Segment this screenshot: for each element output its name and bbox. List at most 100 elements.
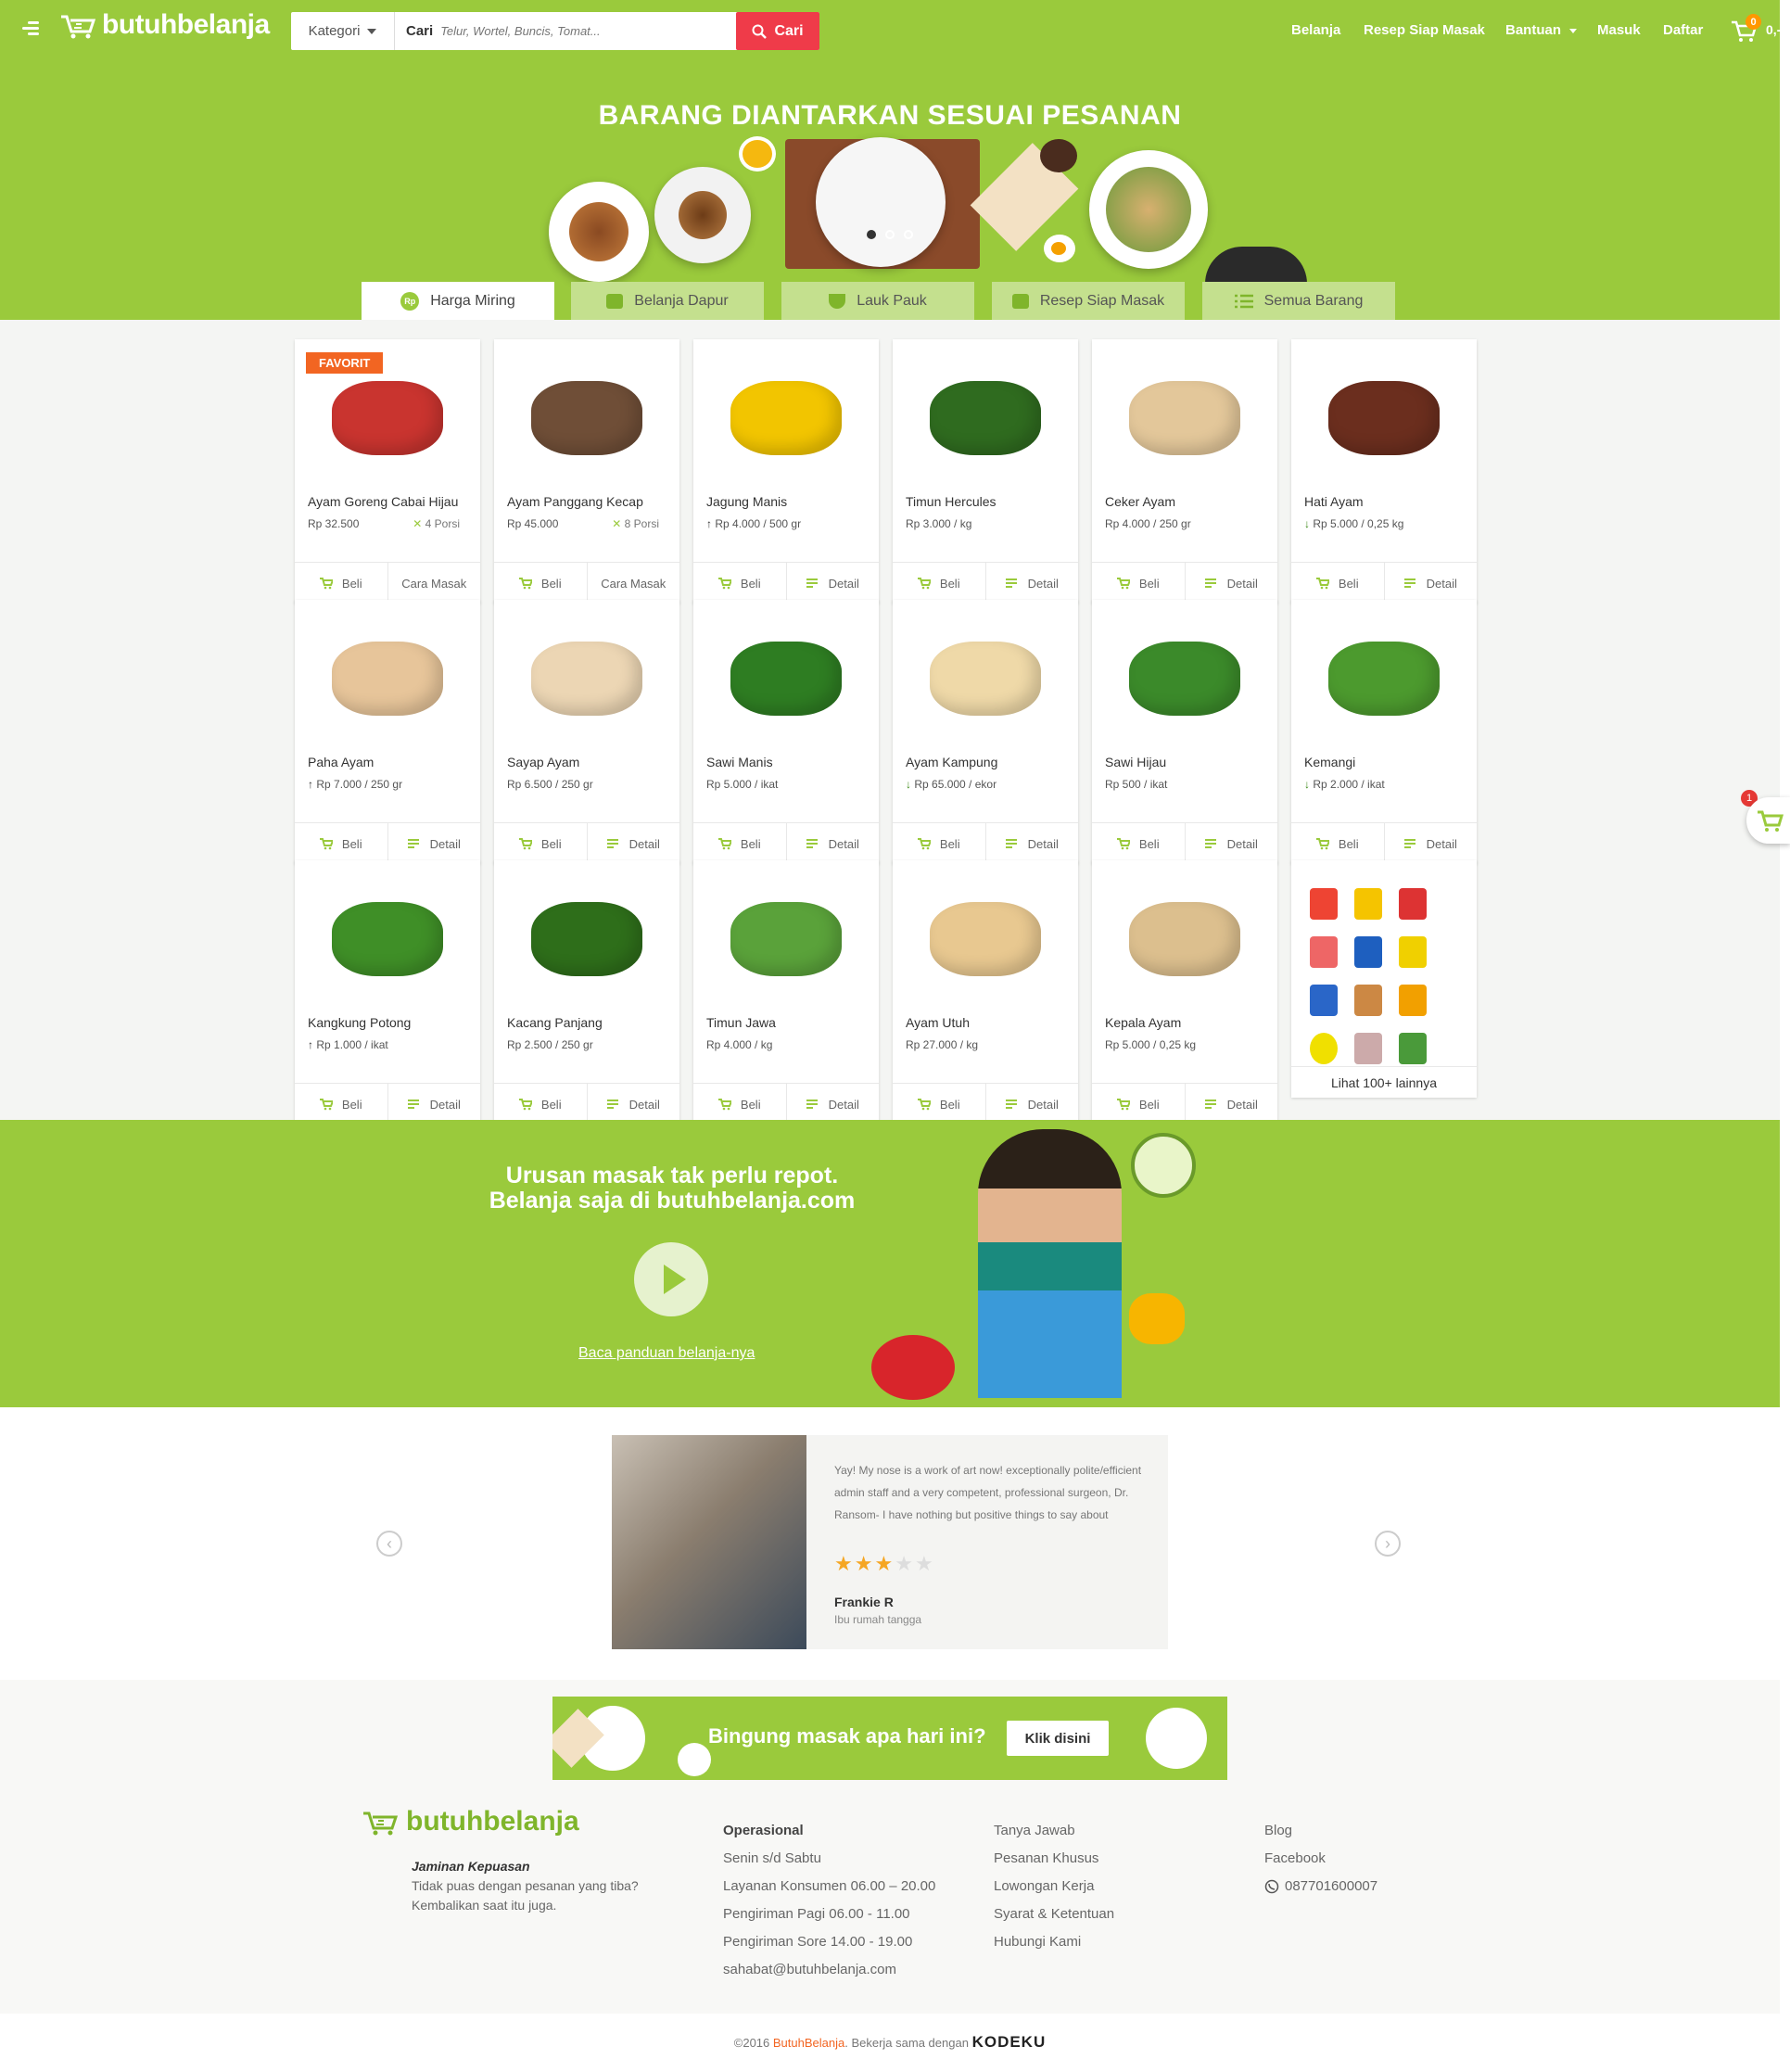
footer-link-blog[interactable]: Blog [1264, 1817, 1377, 1845]
product-image[interactable] [893, 860, 1078, 1018]
product-image[interactable] [1092, 600, 1277, 757]
detail-button[interactable]: Detail [387, 823, 481, 864]
product-image[interactable] [1092, 339, 1277, 497]
detail-button[interactable]: Detail [785, 823, 880, 864]
product-card[interactable]: Jagung Manis ↑ Rp 4.000 / 500 gr Beli Detai… [693, 339, 879, 604]
detail-button[interactable]: Detail [1383, 823, 1478, 864]
product-card[interactable]: Kepala Ayam Rp 5.000 / 0,25 kg Beli Detail [1092, 860, 1277, 1125]
product-name[interactable]: Kemangi [1304, 755, 1355, 769]
tab-semua-barang[interactable]: Semua Barang [1202, 282, 1395, 320]
product-name[interactable]: Jagung Manis [706, 494, 787, 509]
buy-button[interactable]: Beli [295, 563, 387, 604]
footer-link-pesanan-khusus[interactable]: Pesanan Khusus [994, 1845, 1114, 1873]
product-card[interactable]: Timun Jawa Rp 4.000 / kg Beli Detail [693, 860, 879, 1125]
nav-daftar[interactable]: Daftar [1663, 22, 1703, 38]
footer-link-tanya-jawab[interactable]: Tanya Jawab [994, 1817, 1114, 1845]
cta-button[interactable]: Klik disini [1007, 1721, 1109, 1756]
product-image[interactable] [494, 339, 679, 497]
cara-masak-button[interactable]: Cara Masak [586, 563, 680, 604]
product-name[interactable]: Sayap Ayam [507, 755, 579, 769]
detail-button[interactable]: Detail [387, 1084, 481, 1125]
tab-resep-siap-masak[interactable]: Resep Siap Masak [992, 282, 1185, 320]
buy-button[interactable]: Beli [1291, 823, 1384, 864]
product-image[interactable] [494, 860, 679, 1018]
buy-button[interactable]: Beli [693, 563, 786, 604]
buy-button[interactable]: Beli [893, 823, 985, 864]
product-card[interactable]: Hati Ayam ↓ Rp 5.000 / 0,25 kg Beli Detail [1291, 339, 1477, 604]
buy-button[interactable]: Beli [295, 1084, 387, 1125]
product-card[interactable]: Sawi Manis Rp 5.000 / ikat Beli Detail [693, 600, 879, 864]
product-card[interactable]: Ayam Utuh Rp 27.000 / kg Beli Detail [893, 860, 1078, 1125]
email-link[interactable]: sahabat@butuhbelanja.com [723, 1956, 935, 1984]
copyright-brand[interactable]: ButuhBelanja [773, 2036, 844, 2050]
slide-dot-3[interactable] [904, 230, 913, 239]
product-image[interactable] [693, 860, 879, 1018]
buy-button[interactable]: Beli [893, 1084, 985, 1125]
product-card[interactable]: Kacang Panjang Rp 2.500 / 250 gr Beli Detai… [494, 860, 679, 1125]
detail-button[interactable]: Detail [1383, 563, 1478, 604]
product-name[interactable]: Timun Jawa [706, 1015, 776, 1030]
product-image[interactable] [1291, 339, 1477, 497]
product-name[interactable]: Ceker Ayam [1105, 494, 1175, 509]
product-card[interactable]: Ayam Panggang Kecap Rp 45.000 ✕ 8 Porsi Bel… [494, 339, 679, 604]
product-name[interactable]: Timun Hercules [906, 494, 997, 509]
product-card[interactable]: Ayam Kampung ↓ Rp 65.000 / ekor Beli Detail [893, 600, 1078, 864]
shopping-guide-link[interactable]: Baca panduan belanja-nya [578, 1345, 755, 1362]
buy-button[interactable]: Beli [494, 823, 587, 864]
product-image[interactable] [693, 339, 879, 497]
footer-logo[interactable]: butuhbelanja [362, 1806, 579, 1837]
play-video-button[interactable] [634, 1242, 708, 1316]
footer-link-hubungi-kami[interactable]: Hubungi Kami [994, 1928, 1114, 1956]
cara-masak-button[interactable]: Cara Masak [387, 563, 481, 604]
buy-button[interactable]: Beli [295, 823, 387, 864]
nav-belanja[interactable]: Belanja [1291, 22, 1340, 38]
product-card[interactable]: Paha Ayam ↑ Rp 7.000 / 250 gr Beli Detail [295, 600, 480, 864]
see-more-card[interactable]: Lihat 100+ lainnya [1291, 860, 1477, 1098]
buy-button[interactable]: Beli [693, 823, 786, 864]
product-image[interactable] [893, 339, 1078, 497]
footer-link-facebook[interactable]: Facebook [1264, 1845, 1377, 1873]
product-card[interactable]: Kangkung Potong ↑ Rp 1.000 / ikat Beli Deta… [295, 860, 480, 1125]
testimonial-next-button[interactable]: › [1375, 1531, 1401, 1557]
buy-button[interactable]: Beli [494, 1084, 587, 1125]
product-card[interactable]: Kemangi ↓ Rp 2.000 / ikat Beli Detail [1291, 600, 1477, 864]
product-image[interactable] [494, 600, 679, 757]
detail-button[interactable]: Detail [785, 563, 880, 604]
detail-button[interactable]: Detail [1184, 823, 1278, 864]
product-card[interactable]: FAVORIT Ayam Goreng Cabai Hijau Rp 32.500 ✕… [295, 339, 480, 604]
product-name[interactable]: Ayam Utuh [906, 1015, 970, 1030]
product-name[interactable]: Kepala Ayam [1105, 1015, 1181, 1030]
search-button[interactable]: Cari [736, 12, 819, 50]
product-name[interactable]: Hati Ayam [1304, 494, 1364, 509]
slide-dot-2[interactable] [885, 230, 895, 239]
category-dropdown[interactable]: Kategori [291, 12, 395, 50]
detail-button[interactable]: Detail [984, 1084, 1079, 1125]
product-name[interactable]: Kacang Panjang [507, 1015, 603, 1030]
product-card[interactable]: Sawi Hijau Rp 500 / ikat Beli Detail [1092, 600, 1277, 864]
footer-link-lowongan-kerja[interactable]: Lowongan Kerja [994, 1873, 1114, 1900]
product-name[interactable]: Ayam Goreng Cabai Hijau [308, 494, 458, 509]
search-input[interactable] [440, 24, 747, 38]
tab-harga-miring[interactable]: Rp Harga Miring [362, 282, 554, 320]
floating-cart-button[interactable] [1746, 797, 1790, 844]
product-name[interactable]: Sawi Manis [706, 755, 773, 769]
product-name[interactable]: Paha Ayam [308, 755, 374, 769]
product-image[interactable] [1291, 600, 1477, 757]
product-name[interactable]: Ayam Panggang Kecap [507, 494, 643, 509]
product-name[interactable]: Ayam Kampung [906, 755, 997, 769]
nav-resep-siap-masak[interactable]: Resep Siap Masak [1364, 22, 1485, 38]
product-name[interactable]: Sawi Hijau [1105, 755, 1166, 769]
tab-lauk-pauk[interactable]: Lauk Pauk [781, 282, 974, 320]
whatsapp-phone[interactable]: 087701600007 [1264, 1873, 1377, 1900]
logo[interactable]: butuhbelanja [59, 9, 270, 41]
buy-button[interactable]: Beli [1092, 823, 1185, 864]
product-image[interactable] [295, 600, 480, 757]
product-image[interactable] [1092, 860, 1277, 1018]
buy-button[interactable]: Beli [893, 563, 985, 604]
product-name[interactable]: Kangkung Potong [308, 1015, 411, 1030]
nav-bantuan[interactable]: Bantuan [1505, 22, 1561, 38]
product-image[interactable] [893, 600, 1078, 757]
product-card[interactable]: Sayap Ayam Rp 6.500 / 250 gr Beli Detail [494, 600, 679, 864]
product-image[interactable] [295, 860, 480, 1018]
detail-button[interactable]: Detail [586, 823, 680, 864]
